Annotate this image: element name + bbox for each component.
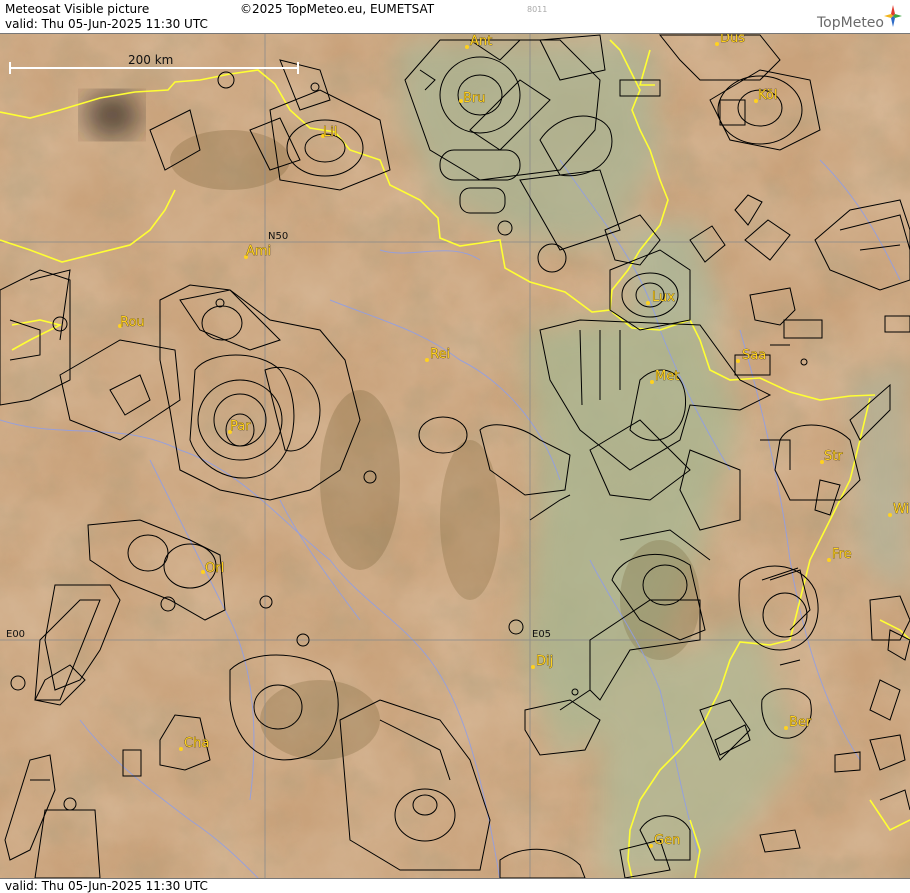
city-bruxelles[interactable]: Bru bbox=[463, 91, 486, 107]
satellite-map[interactable]: 200 km N50 E00 E05 Ant Düs Bru Köl Lil A… bbox=[0, 0, 910, 893]
grid-label-n50: N50 bbox=[268, 231, 288, 242]
city-antwerpen[interactable]: Ant bbox=[470, 34, 493, 50]
image-code: 8011 bbox=[527, 5, 548, 14]
footer-bar: valid: Thu 05-Jun-2025 11:30 UTC bbox=[0, 878, 910, 893]
city-metz[interactable]: Met bbox=[655, 369, 680, 385]
city-strasbourg[interactable]: Str bbox=[824, 449, 844, 465]
city-paris[interactable]: Par bbox=[230, 419, 252, 435]
city-dijon[interactable]: Dij bbox=[536, 654, 554, 670]
city-amiens[interactable]: Ami bbox=[246, 244, 272, 260]
product-title: Meteosat Visible picture bbox=[5, 2, 150, 16]
city-koeln[interactable]: Köl bbox=[758, 88, 778, 104]
city-lille[interactable]: Lil bbox=[323, 125, 338, 141]
city-reims[interactable]: Rei bbox=[430, 347, 451, 363]
header-bar: Meteosat Visible picture valid: Thu 05-J… bbox=[0, 0, 910, 34]
city-orleans[interactable]: Orl bbox=[205, 561, 225, 577]
copyright-text: ©2025 TopMeteo.eu, EUMETSAT bbox=[240, 2, 435, 16]
city-freiburg[interactable]: Fre bbox=[832, 547, 852, 563]
brand-name[interactable]: TopMeteo bbox=[817, 15, 884, 31]
city-rouen[interactable]: Rou bbox=[120, 315, 145, 331]
city-chateauroux[interactable]: Cha bbox=[184, 736, 210, 752]
grid-label-e00: E00 bbox=[6, 629, 25, 640]
city-luxembourg[interactable]: Lux bbox=[652, 290, 676, 306]
compass-star-icon bbox=[884, 5, 902, 27]
grid-label-e05: E05 bbox=[532, 629, 551, 640]
city-saarbruecken[interactable]: Saa bbox=[742, 348, 767, 364]
valid-time-bottom: valid: Thu 05-Jun-2025 11:30 UTC bbox=[5, 879, 208, 893]
city-wi[interactable]: Wi bbox=[893, 502, 910, 518]
city-bern[interactable]: Ber bbox=[789, 715, 813, 731]
valid-time-top: valid: Thu 05-Jun-2025 11:30 UTC bbox=[5, 17, 208, 31]
city-geneve[interactable]: Gen bbox=[654, 833, 681, 849]
map-frame: 200 km N50 E00 E05 Ant Düs Bru Köl Lil A… bbox=[0, 0, 910, 893]
scale-label: 200 km bbox=[128, 53, 173, 67]
